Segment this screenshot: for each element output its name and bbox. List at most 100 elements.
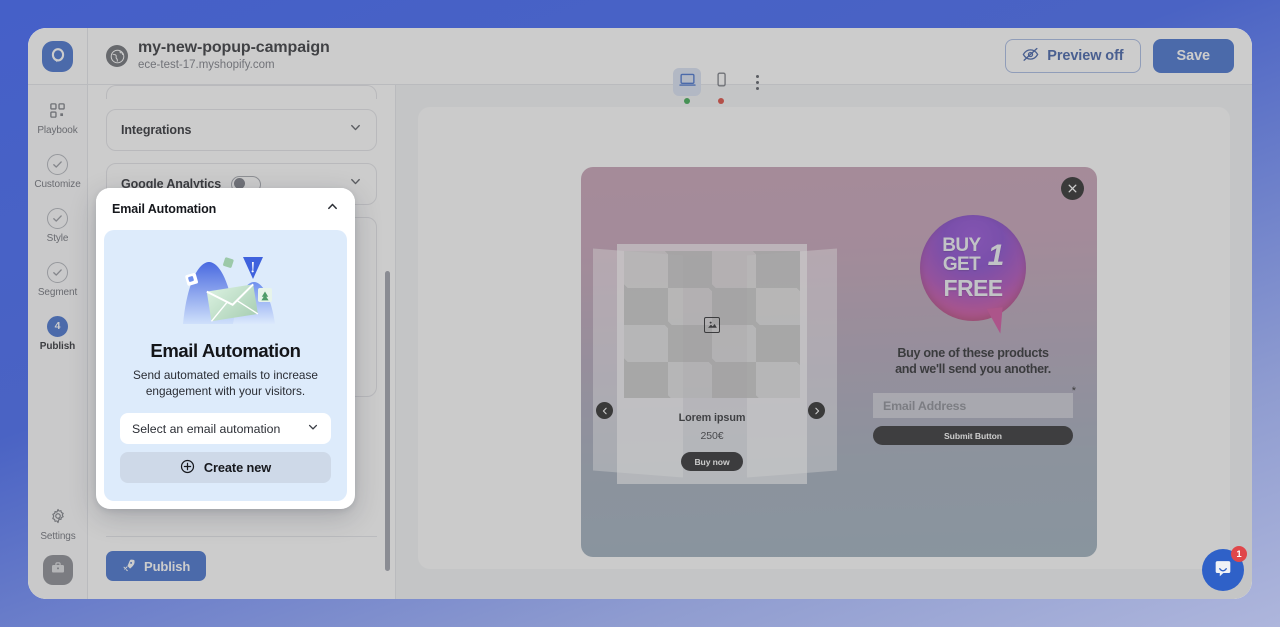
sidebar-item-label: Customize <box>34 179 81 190</box>
popup-content-right: BUY GET 1 FREE Buy one of these products <box>873 215 1076 445</box>
check-circle-icon <box>47 207 69 229</box>
avatar[interactable] <box>43 555 73 585</box>
email-automation-description: Send automated emails to increase engage… <box>133 368 318 398</box>
buy-now-button[interactable]: Buy now <box>681 452 743 471</box>
popup-headline-line1: Buy one of these products <box>897 346 1049 360</box>
sidebar-item-label: Settings <box>40 531 76 542</box>
campaign-name: my-new-popup-campaign <box>138 39 330 56</box>
publish-label: Publish <box>144 558 191 574</box>
publish-button[interactable]: Publish <box>106 551 207 581</box>
chevron-up-icon[interactable] <box>326 200 339 218</box>
rail-bottom-group: Settings <box>28 505 88 585</box>
plus-circle-icon <box>180 459 195 477</box>
sidebar-item-publish[interactable]: 4 Publish <box>28 315 88 353</box>
left-rail: Playbook Customize Style Segment 4 Publi… <box>28 85 88 599</box>
desktop-icon <box>678 71 696 93</box>
step-number: 4 <box>47 315 68 337</box>
chevron-down-icon <box>307 421 319 436</box>
app-logo[interactable] <box>28 28 88 85</box>
buy-now-label: Buy now <box>694 456 730 467</box>
close-icon[interactable] <box>1061 177 1084 200</box>
submit-button[interactable]: Submit Button <box>873 426 1073 445</box>
desktop-status-dot <box>684 98 690 104</box>
panel-footer: Publish <box>88 537 395 599</box>
badge-number: 1 <box>987 238 1005 272</box>
badge-line3: FREE <box>943 275 1004 301</box>
device-mobile-button[interactable] <box>707 68 735 104</box>
settings-panel-scrollbar[interactable] <box>385 271 390 571</box>
campaign-title-block: my-new-popup-campaign ece-test-17.myshop… <box>88 39 330 73</box>
email-automation-popover: Email Automation Email Automation Send a… <box>96 188 355 509</box>
badge-tail <box>986 307 1006 335</box>
sidebar-item-playbook[interactable]: Playbook <box>28 99 88 137</box>
promo-badge: BUY GET 1 FREE <box>920 215 1026 335</box>
email-automation-body: Email Automation Send automated emails t… <box>104 230 347 501</box>
partial-section-above <box>106 85 377 99</box>
canvas-area: Lorem ipsum 250€ Buy now BUY GET 1 FREE … <box>396 85 1252 599</box>
gear-icon <box>47 505 69 527</box>
save-button[interactable]: Save <box>1152 39 1234 73</box>
email-automation-select[interactable]: Select an email automation <box>120 413 331 444</box>
sidebar-item-label: Style <box>46 233 69 244</box>
sidebar-item-label: Playbook <box>37 125 78 136</box>
chevron-right-icon[interactable] <box>808 402 825 419</box>
email-automation-header[interactable]: Email Automation <box>96 188 355 230</box>
grid-icon <box>47 99 69 121</box>
popup-preview: Lorem ipsum 250€ Buy now BUY GET 1 FREE … <box>581 167 1097 557</box>
chevron-left-icon[interactable] <box>596 402 613 419</box>
product-carousel: Lorem ipsum 250€ Buy now <box>589 224 837 504</box>
create-new-button[interactable]: Create new <box>120 452 331 483</box>
top-bar-actions: Preview off Save <box>1005 39 1252 73</box>
product-image-placeholder <box>624 251 800 398</box>
globe-icon <box>106 45 128 67</box>
email-input[interactable]: Email Address <box>873 393 1073 418</box>
email-automation-header-title: Email Automation <box>112 202 217 216</box>
popup-headline-line2: and we'll send you another. <box>895 362 1051 376</box>
chat-launcher[interactable]: 1 <box>1202 546 1247 591</box>
app-logo-icon <box>42 40 73 72</box>
accordion-integrations[interactable]: Integrations <box>106 109 377 151</box>
sidebar-item-style[interactable]: Style <box>28 207 88 245</box>
email-hills-illustration <box>120 244 331 336</box>
chevron-down-icon <box>349 121 362 139</box>
mobile-icon <box>713 71 730 93</box>
sidebar-item-segment[interactable]: Segment <box>28 261 88 299</box>
device-switcher <box>673 68 769 104</box>
briefcase-icon <box>50 560 66 581</box>
preview-artboard: Lorem ipsum 250€ Buy now BUY GET 1 FREE … <box>418 107 1230 569</box>
product-title: Lorem ipsum <box>678 412 746 424</box>
top-bar: my-new-popup-campaign ece-test-17.myshop… <box>28 28 1252 85</box>
create-new-label: Create new <box>203 460 272 475</box>
email-automation-title: Email Automation <box>150 340 301 361</box>
product-card: Lorem ipsum 250€ Buy now <box>617 244 807 484</box>
mobile-status-dot <box>718 98 724 104</box>
product-price: 250€ <box>700 430 724 442</box>
sidebar-item-settings[interactable]: Settings <box>28 505 88 543</box>
store-domain: ece-test-17.myshopify.com <box>138 59 275 71</box>
check-circle-icon <box>47 153 69 175</box>
step-number-icon: 4 <box>47 315 69 337</box>
email-automation-select-value: Select an email automation <box>132 421 281 436</box>
device-desktop-button[interactable] <box>673 68 701 104</box>
submit-label: Submit Button <box>944 430 1002 441</box>
required-marker: * <box>1071 385 1076 397</box>
email-field-row: Email Address * <box>873 386 1076 418</box>
preview-label: Preview off <box>1047 48 1124 64</box>
rocket-icon <box>122 558 136 575</box>
chat-unread-badge: 1 <box>1231 546 1247 562</box>
sidebar-item-label: Segment <box>37 287 78 298</box>
chat-bubble-icon <box>1212 557 1234 584</box>
check-circle-icon <box>47 261 69 283</box>
badge-line2: GET <box>942 254 981 275</box>
save-label: Save <box>1176 48 1211 64</box>
popup-headline: Buy one of these products and we'll send… <box>873 345 1073 377</box>
sidebar-item-customize[interactable]: Customize <box>28 153 88 191</box>
eye-off-icon <box>1022 47 1039 66</box>
kebab-menu-icon[interactable] <box>745 68 769 96</box>
image-placeholder-icon <box>704 316 720 333</box>
sidebar-item-label: Publish <box>39 341 76 352</box>
preview-toggle-button[interactable]: Preview off <box>1005 39 1141 73</box>
chevron-down-icon <box>349 175 362 193</box>
accordion-title: Integrations <box>121 123 192 137</box>
badge-line1: BUY <box>942 235 981 256</box>
